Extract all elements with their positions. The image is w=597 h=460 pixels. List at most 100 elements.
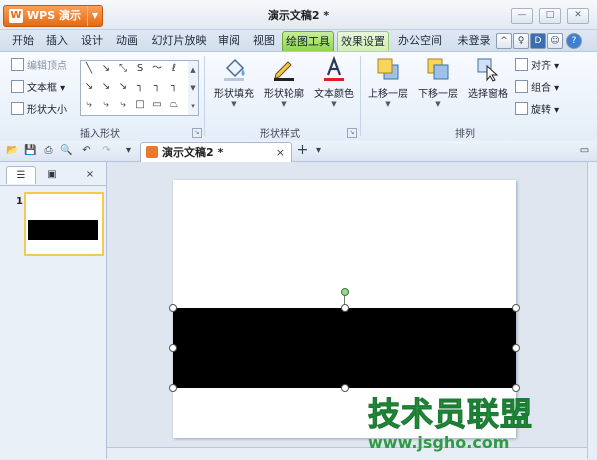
send-backward-button[interactable]: 下移一层 ▼: [414, 56, 462, 108]
maximize-button[interactable]: □: [539, 8, 561, 24]
slide-thumbnail[interactable]: [24, 192, 104, 256]
user-icon[interactable]: ☺: [547, 33, 563, 49]
elbow-connector-4-icon[interactable]: ┐: [168, 81, 180, 93]
freeform-shape-icon[interactable]: 〜: [151, 63, 163, 75]
rectangle-shape-icon[interactable]: □: [134, 99, 146, 111]
resize-handle-bottom[interactable]: [341, 384, 349, 392]
shape-fill-button[interactable]: 形状填充 ▼: [210, 56, 258, 108]
tab-view[interactable]: 视图: [251, 33, 277, 49]
undo-icon[interactable]: ↶: [80, 144, 93, 157]
trapezoid-shape-icon[interactable]: ⏢: [168, 99, 180, 111]
elbow-arrow-connector-icon[interactable]: ↘: [100, 81, 112, 93]
curved-connector-2-icon[interactable]: ⤷: [83, 99, 95, 111]
selection-pane-label: 选择窗格: [468, 89, 508, 100]
scribble-shape-icon[interactable]: ℓ: [168, 63, 180, 75]
new-tab-icon[interactable]: +: [296, 143, 309, 157]
shape-gallery-scroll[interactable]: ▲ ▼ ▾: [188, 60, 199, 116]
edit-points-button[interactable]: 编辑顶点: [11, 58, 67, 74]
tab-review[interactable]: 审阅: [216, 33, 242, 49]
rounded-rectangle-shape-icon[interactable]: ▭: [151, 99, 163, 111]
slides-pane: ☰ ▣ × 1: [0, 162, 107, 459]
send-backward-label: 下移一层: [418, 89, 458, 100]
ribbon-separator: [204, 56, 205, 136]
tab-slideshow[interactable]: 幻灯片放映: [148, 33, 210, 49]
print-preview-icon[interactable]: 🔍: [60, 144, 73, 157]
rotation-handle[interactable]: [341, 288, 349, 296]
save-icon[interactable]: 💾: [24, 144, 37, 157]
elbow-connector-icon[interactable]: ↘: [83, 81, 95, 93]
help-icon[interactable]: ?: [566, 33, 582, 49]
shape-style-dialog-launcher[interactable]: ↘: [347, 128, 357, 138]
align-label: 对齐: [531, 61, 551, 72]
pane-tabs: ☰ ▣ ×: [0, 165, 106, 186]
curved-connector-icon[interactable]: ↘: [117, 81, 129, 93]
panel-toggle-icon[interactable]: ▭: [578, 144, 591, 157]
close-pane-icon[interactable]: ×: [76, 166, 104, 183]
tab-office-space[interactable]: 办公空间: [396, 33, 444, 49]
tab-design[interactable]: 设计: [79, 33, 105, 49]
tab-effect-settings[interactable]: 效果设置: [337, 31, 389, 52]
slide-number: 1: [16, 196, 23, 207]
group-label: 组合: [531, 83, 551, 94]
thumbnail-black-band: [28, 220, 98, 240]
arrow-shape-icon[interactable]: ↘: [100, 63, 112, 75]
docer-icon[interactable]: D: [530, 33, 546, 49]
send-backward-icon: [425, 56, 451, 82]
horizontal-scrollbar[interactable]: [107, 447, 587, 460]
group-button[interactable]: 组合 ▾: [515, 80, 559, 96]
black-rectangle-shape[interactable]: [173, 308, 516, 388]
shape-outline-button[interactable]: 形状轮廓 ▼: [260, 56, 308, 108]
group-icon: [515, 80, 528, 93]
outline-tab-icon[interactable]: ☰: [6, 166, 36, 184]
curved-connector-3-icon[interactable]: ⤷: [100, 99, 112, 111]
resize-handle-left[interactable]: [169, 344, 177, 352]
resize-handle-right[interactable]: [512, 344, 520, 352]
bring-forward-icon: [375, 56, 401, 82]
resize-handle-top-right[interactable]: [512, 304, 520, 312]
shape-size-button[interactable]: 形状大小: [11, 102, 67, 118]
print-icon[interactable]: ⎙: [42, 144, 55, 157]
resize-handle-top[interactable]: [341, 304, 349, 312]
open-folder-icon[interactable]: 📂: [6, 144, 19, 157]
tab-insert[interactable]: 插入: [44, 33, 70, 49]
resize-handle-bottom-left[interactable]: [169, 384, 177, 392]
align-button[interactable]: 对齐 ▾: [515, 58, 559, 74]
elbow-connector-2-icon[interactable]: ┐: [134, 81, 146, 93]
bring-forward-button[interactable]: 上移一层 ▼: [364, 56, 412, 108]
text-box-icon: [11, 80, 24, 93]
document-tab[interactable]: 演示文稿2 * ×: [140, 142, 292, 162]
elbow-connector-3-icon[interactable]: ┐: [151, 81, 163, 93]
tab-drawing-tools[interactable]: 绘图工具: [282, 31, 334, 52]
tab-home[interactable]: 开始: [10, 33, 36, 49]
collapse-ribbon-icon[interactable]: ^: [496, 33, 512, 49]
text-box-button[interactable]: 文本框 ▾: [11, 80, 65, 96]
customize-toolbar-icon[interactable]: ▾: [122, 144, 135, 157]
double-arrow-shape-icon[interactable]: ⤡: [117, 63, 129, 75]
redo-icon[interactable]: ↷: [100, 144, 113, 157]
insert-shape-dialog-launcher[interactable]: ↘: [192, 128, 202, 138]
arrange-group-label: 排列: [455, 129, 475, 140]
shape-gallery[interactable]: ╲ ↘ ⤡ S 〜 ℓ ↘ ↘ ↘ ┐ ┐ ┐ ⤷ ⤷ ⤷ □ ▭ ⏢: [80, 60, 190, 116]
minimize-button[interactable]: —: [511, 8, 533, 24]
chevron-down-icon: ▼: [281, 100, 287, 108]
align-icon: [515, 58, 528, 71]
text-color-button[interactable]: 文本颜色 ▼: [310, 55, 358, 108]
rotate-icon: [515, 102, 528, 115]
close-tab-icon[interactable]: ×: [276, 143, 285, 162]
selection-pane-button[interactable]: 选择窗格: [464, 56, 512, 100]
rotate-button[interactable]: 旋转 ▾: [515, 102, 559, 118]
insert-shape-group-label: 插入形状: [80, 129, 120, 140]
tab-animation[interactable]: 动画: [114, 33, 140, 49]
text-color-icon: [321, 55, 347, 82]
vertical-scrollbar[interactable]: [587, 162, 597, 459]
login-status[interactable]: 未登录: [454, 33, 494, 49]
line-shape-icon[interactable]: ╲: [83, 63, 95, 75]
tab-list-icon[interactable]: ▾: [312, 144, 325, 157]
skin-icon[interactable]: ♀: [513, 33, 529, 49]
curve-shape-icon[interactable]: S: [134, 63, 146, 75]
presentation-file-icon: [146, 146, 158, 158]
close-window-button[interactable]: ✕: [567, 8, 589, 24]
curved-connector-4-icon[interactable]: ⤷: [117, 99, 129, 111]
resize-handle-top-left[interactable]: [169, 304, 177, 312]
slides-tab-icon[interactable]: ▣: [38, 166, 66, 183]
